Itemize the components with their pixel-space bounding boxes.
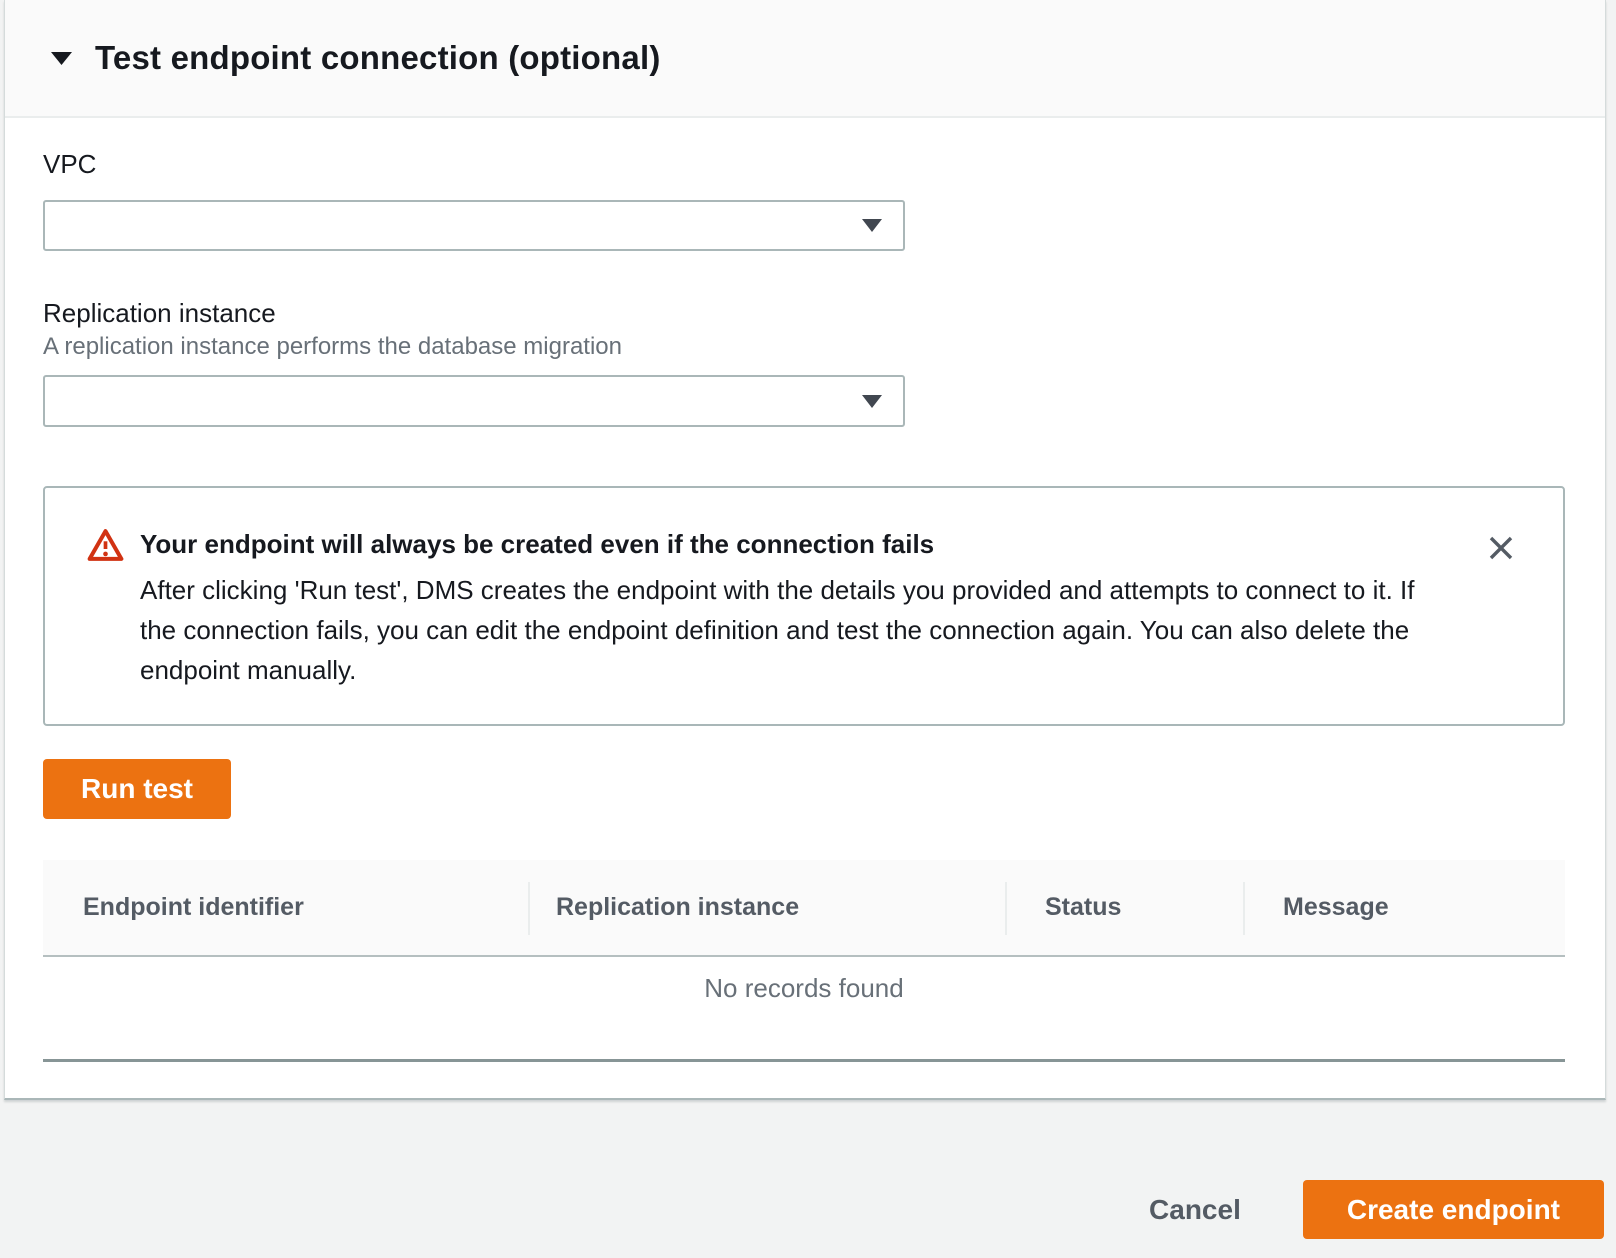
alert-body: After clicking 'Run test', DMS creates t… (140, 570, 1440, 690)
column-header-message: Message (1243, 860, 1565, 955)
column-header-endpoint-identifier: Endpoint identifier (43, 860, 528, 955)
warning-triangle-icon (87, 528, 124, 690)
run-test-button[interactable]: Run test (43, 759, 231, 819)
close-icon[interactable] (1483, 530, 1519, 566)
caret-down-icon (861, 394, 883, 409)
collapse-triangle-icon (50, 51, 73, 66)
create-endpoint-button[interactable]: Create endpoint (1303, 1180, 1604, 1239)
table-header-row: Endpoint identifier Replication instance… (43, 860, 1565, 957)
replication-instance-description: A replication instance performs the data… (43, 333, 1567, 360)
section-title: Test endpoint connection (optional) (95, 39, 661, 77)
section-header-test-endpoint-connection[interactable]: Test endpoint connection (optional) (5, 0, 1605, 118)
column-header-status: Status (1005, 860, 1243, 955)
alert-title: Your endpoint will always be created eve… (140, 522, 1440, 566)
warning-alert: Your endpoint will always be created eve… (43, 486, 1565, 726)
test-endpoint-section: Test endpoint connection (optional) VPC … (4, 0, 1606, 1100)
replication-instance-label: Replication instance (43, 298, 1567, 329)
caret-down-icon (861, 218, 883, 233)
connection-results-table: Endpoint identifier Replication instance… (43, 860, 1565, 1062)
section-body: VPC Replication instance A replication i… (5, 149, 1605, 1062)
column-header-replication-instance: Replication instance (528, 860, 1005, 955)
replication-instance-select[interactable] (43, 375, 905, 427)
alert-text-block: Your endpoint will always be created eve… (140, 522, 1440, 690)
vpc-select[interactable] (43, 200, 905, 251)
form-footer-actions: Cancel Create endpoint (0, 1180, 1604, 1239)
vpc-label: VPC (43, 149, 1567, 180)
cancel-button[interactable]: Cancel (1149, 1194, 1241, 1226)
table-empty-state: No records found (43, 957, 1565, 1059)
